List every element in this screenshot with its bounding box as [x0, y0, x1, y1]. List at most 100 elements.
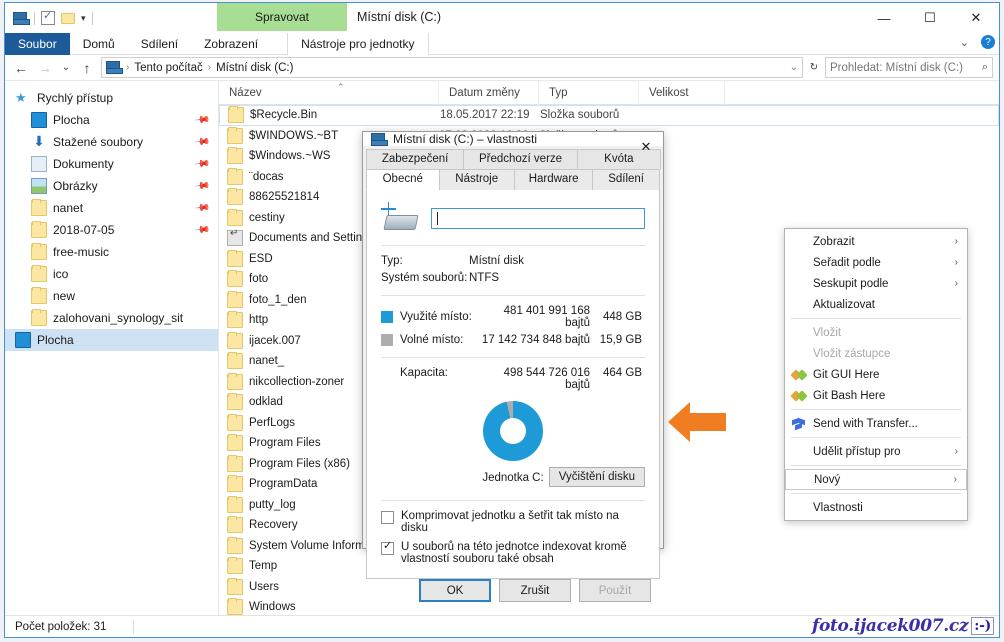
tab-soubor[interactable]: Soubor — [5, 33, 70, 55]
menu-item-label: Seskupit podle — [813, 278, 888, 290]
tab-zobrazeni[interactable]: Zobrazení — [191, 33, 271, 55]
pin-icon[interactable]: 📌 — [193, 200, 210, 216]
tab-nastroje-pro-jednotky[interactable]: Nástroje pro jednotky — [287, 33, 428, 55]
tab-predchozi-verze[interactable]: Předchozí verze — [463, 149, 578, 169]
menu-item-vlastnosti[interactable]: Vlastnosti — [785, 497, 967, 518]
pin-icon[interactable]: 📌 — [193, 134, 210, 150]
menu-item-novy[interactable]: Nový › — [785, 469, 967, 490]
desktop-context-menu: Zobrazit › Seřadit podle › Seskupit podl… — [784, 228, 968, 521]
sidebar-item-free-music[interactable]: free-music — [5, 241, 218, 263]
column-header-velikost[interactable]: Velikost — [639, 81, 725, 105]
breadcrumb-item-1[interactable]: Místní disk (C:) — [216, 62, 293, 74]
file-name: cestiny — [249, 212, 285, 224]
file-name: putty_log — [249, 499, 296, 511]
tab-zabezpeceni[interactable]: Zabezpečení — [366, 149, 464, 169]
minimize-button[interactable]: — — [861, 3, 907, 33]
breadcrumb[interactable]: › Tento počítač › Místní disk (C:) ⌄ — [101, 57, 803, 78]
menu-item-udelit-pristup-pro[interactable]: Udělit přístup pro › — [785, 441, 967, 462]
sidebar-item-ico[interactable]: ico — [5, 263, 218, 285]
folder-icon — [227, 476, 243, 492]
search-input[interactable]: Prohledat: Místní disk (C:) ⌕ — [825, 57, 993, 78]
compress-drive-checkbox-row[interactable]: Komprimovat jednotku a šetřit tak místo … — [381, 510, 645, 534]
breadcrumb-item-0[interactable]: Tento počítač — [134, 62, 202, 74]
properties-icon[interactable] — [41, 11, 55, 25]
menu-item-seskupit-podle[interactable]: Seskupit podle › — [785, 273, 967, 294]
tab-sdileni[interactable]: Sdílení — [592, 169, 660, 190]
sidebar-item-new[interactable]: new — [5, 285, 218, 307]
maximize-button[interactable]: ☐ — [907, 3, 953, 33]
address-bar: ← → ⌄ ↑ › Tento počítač › Místní disk (C… — [5, 55, 999, 81]
recent-locations-icon[interactable]: ⌄ — [59, 62, 73, 73]
folder-icon — [227, 538, 243, 554]
tab-domu[interactable]: Domů — [70, 33, 128, 55]
sidebar-item-label: nanet — [53, 201, 83, 215]
capacity-label: Kapacita: — [400, 367, 478, 391]
menu-item-git-bash-here[interactable]: Git Bash Here — [785, 385, 967, 406]
disk-cleanup-button[interactable]: Vyčištění disku — [549, 467, 645, 487]
file-name: $WINDOWS.~BT — [249, 130, 338, 142]
pin-icon[interactable]: 📌 — [193, 222, 210, 238]
table-row[interactable]: $Recycle.Bin 18.05.2017 22:19 Složka sou… — [219, 105, 999, 126]
drive-icon — [371, 133, 386, 146]
tab-obecne[interactable]: Obecné — [366, 169, 440, 190]
chevron-down-icon[interactable]: ⌄ — [960, 36, 969, 49]
divider-3 — [381, 357, 645, 358]
ok-button[interactable]: OK — [419, 579, 491, 602]
menu-item-zobrazit[interactable]: Zobrazit › — [785, 231, 967, 252]
sidebar-item-plocha-selected[interactable]: Plocha — [5, 329, 218, 351]
dialog-title: Místní disk (C:) – vlastnosti — [393, 132, 537, 146]
back-button[interactable]: ← — [11, 60, 31, 76]
divider-4 — [381, 500, 645, 501]
drive-label-row: Jednotka C: Vyčištění disku — [381, 467, 645, 489]
refresh-icon[interactable]: ↻ — [807, 62, 821, 73]
menu-item-vlozit-zastupce[interactable]: Vložit zástupce — [785, 343, 967, 364]
dialog-close-button[interactable]: ✕ — [629, 132, 663, 162]
customize-caret-icon[interactable]: ▾ — [81, 13, 86, 24]
watermark-text: foto.ijacek007.cz — [812, 616, 968, 636]
sidebar-item-2018-07-05[interactable]: 2018-07-05 📌 — [5, 219, 218, 241]
breadcrumb-dropdown-icon[interactable]: ⌄ — [790, 62, 798, 73]
sidebar-item-plocha[interactable]: Plocha 📌 — [5, 109, 218, 131]
pin-icon[interactable]: 📌 — [193, 178, 210, 194]
this-pc-icon[interactable] — [13, 12, 28, 25]
sidebar-item-dokumenty[interactable]: Dokumenty 📌 — [5, 153, 218, 175]
annotation-arrow-left — [668, 400, 726, 444]
menu-item-vlozit[interactable]: Vložit — [785, 322, 967, 343]
index-contents-checkbox[interactable] — [381, 542, 394, 555]
pin-icon[interactable]: 📌 — [193, 112, 210, 128]
column-header-nazev[interactable]: Název — [219, 81, 439, 105]
menu-item-git-gui-here[interactable]: Git GUI Here — [785, 364, 967, 385]
pin-icon[interactable]: 📌 — [193, 156, 210, 172]
menu-item-send-with-transfer[interactable]: Send with Transfer... — [785, 413, 967, 434]
forward-button[interactable]: → — [35, 60, 55, 76]
file-type-cell: Složka souborů — [540, 109, 656, 121]
new-folder-icon[interactable] — [61, 13, 75, 24]
sidebar-item-stazene-soubory[interactable]: ⬇ Stažené soubory 📌 — [5, 131, 218, 153]
tab-nastroje[interactable]: Nástroje — [439, 169, 515, 190]
menu-item-seradit-podle[interactable]: Seřadit podle › — [785, 252, 967, 273]
folder-icon — [31, 200, 47, 216]
status-divider — [133, 620, 134, 634]
column-header-typ[interactable]: Typ — [539, 81, 639, 105]
menu-item-aktualizovat[interactable]: Aktualizovat — [785, 294, 967, 315]
tab-sdileni[interactable]: Sdílení — [128, 33, 191, 55]
sidebar-item-label: new — [53, 289, 75, 303]
breadcrumb-sep-1: › — [126, 62, 129, 73]
cancel-button[interactable]: Zrušit — [499, 579, 571, 602]
sidebar-item-obrazky[interactable]: Obrázky 📌 — [5, 175, 218, 197]
sidebar-item-zalohovani-synology-sit[interactable]: zalohovani_synology_sit — [5, 307, 218, 329]
help-icon[interactable]: ? — [981, 35, 995, 49]
close-button[interactable]: ✕ — [953, 3, 999, 33]
shortcut-folder-icon — [227, 230, 243, 246]
compress-drive-checkbox[interactable] — [381, 511, 394, 524]
column-header-datum-zmeny[interactable]: Datum změny — [439, 81, 539, 105]
up-button[interactable]: ↑ — [77, 60, 97, 76]
sidebar-item-rychly-pristup[interactable]: ★ Rychlý přístup — [5, 87, 218, 109]
apply-button[interactable]: Použít — [579, 579, 651, 602]
compress-drive-label: Komprimovat jednotku a šetřit tak místo … — [401, 510, 645, 534]
index-contents-checkbox-row[interactable]: U souborů na této jednotce indexovat kro… — [381, 541, 645, 565]
sidebar-item-label: 2018-07-05 — [53, 223, 114, 237]
sidebar-item-nanet[interactable]: nanet 📌 — [5, 197, 218, 219]
volume-label-input[interactable] — [431, 208, 645, 229]
tab-hardware[interactable]: Hardware — [514, 169, 593, 190]
